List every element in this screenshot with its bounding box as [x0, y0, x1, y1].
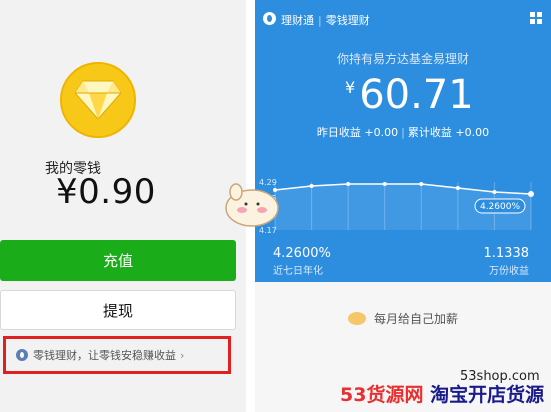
yield-chart: 4.294.254.214.174.2600% — [259, 178, 534, 235]
promo-link[interactable]: 零钱理财，让零钱安稳赚收益 › — [3, 336, 231, 374]
top-bar: 理财通 | 零钱理财 — [255, 0, 551, 38]
yesterday-earnings: 昨日收益 +0.00 — [316, 126, 399, 139]
mascot-image — [225, 183, 279, 227]
watermark-site: 53货源网 — [340, 384, 424, 406]
currency-symbol: ¥ — [345, 78, 356, 97]
watermark-slogan: 淘宝开店货源 — [430, 384, 545, 406]
fund-balance-value: 60.71 — [359, 72, 474, 118]
current-rate-badge-text: 4.2600% — [480, 202, 520, 212]
grid-menu-icon[interactable] — [530, 12, 543, 25]
chart-point — [309, 184, 314, 188]
licaitong-logo-icon — [263, 12, 276, 25]
wallet-balance: ¥0.90 — [56, 172, 156, 212]
fund-balance: ¥60.71 — [345, 72, 474, 118]
title-separator: | — [318, 14, 322, 27]
topup-button[interactable]: 充值 — [0, 240, 236, 281]
fund-note: 你持有易方达基金易理财 — [336, 52, 469, 66]
earnings-separator: | — [401, 126, 405, 139]
chart-point — [346, 182, 351, 186]
chart-point — [528, 191, 534, 197]
top-title: 理财通 | 零钱理财 — [281, 12, 370, 28]
per-10k-earnings: 1.1338 — [483, 246, 530, 261]
licaitong-icon — [16, 349, 28, 361]
diamond-coin-icon — [60, 62, 136, 138]
chart-point — [419, 182, 424, 186]
section-name: 零钱理财 — [325, 14, 370, 27]
chart-point — [455, 186, 460, 190]
per-10k-caption: 万份收益 — [489, 266, 529, 277]
licaitong-panel: 理财通 | 零钱理财 你持有易方达基金易理财 ¥60.71 昨日收益 +0.00 | 累… — [255, 0, 551, 412]
piggy-bank-icon — [347, 312, 366, 325]
earnings-line: 昨日收益 +0.00 | 累计收益 +0.00 — [255, 124, 551, 140]
monthly-raise-text: 每月给自己加薪 — [373, 312, 458, 326]
total-earnings: 累计收益 +0.00 — [407, 126, 490, 139]
chart-point — [492, 190, 497, 194]
seven-day-rate-caption: 近七日年化 — [273, 266, 323, 277]
withdraw-button[interactable]: 提现 — [0, 290, 236, 330]
monthly-raise-link[interactable]: 每月给自己加薪 — [255, 310, 551, 327]
wallet-panel: 我的零钱 ¥0.90 充值 提现 零钱理财，让零钱安稳赚收益 › — [0, 0, 246, 412]
header-area: 理财通 | 零钱理财 你持有易方达基金易理财 ¥60.71 昨日收益 +0.00 | 累… — [255, 0, 551, 282]
chevron-right-icon: › — [180, 348, 185, 362]
promo-text: 零钱理财，让零钱安稳赚收益 — [33, 349, 176, 362]
chart-point — [382, 182, 387, 186]
watermark: 53shop.com 53货源网 淘宝开店货源 — [340, 369, 545, 407]
seven-day-rate: 4.2600% — [273, 246, 331, 261]
app-name: 理财通 — [281, 14, 314, 27]
watermark-url: 53shop.com — [460, 369, 540, 384]
